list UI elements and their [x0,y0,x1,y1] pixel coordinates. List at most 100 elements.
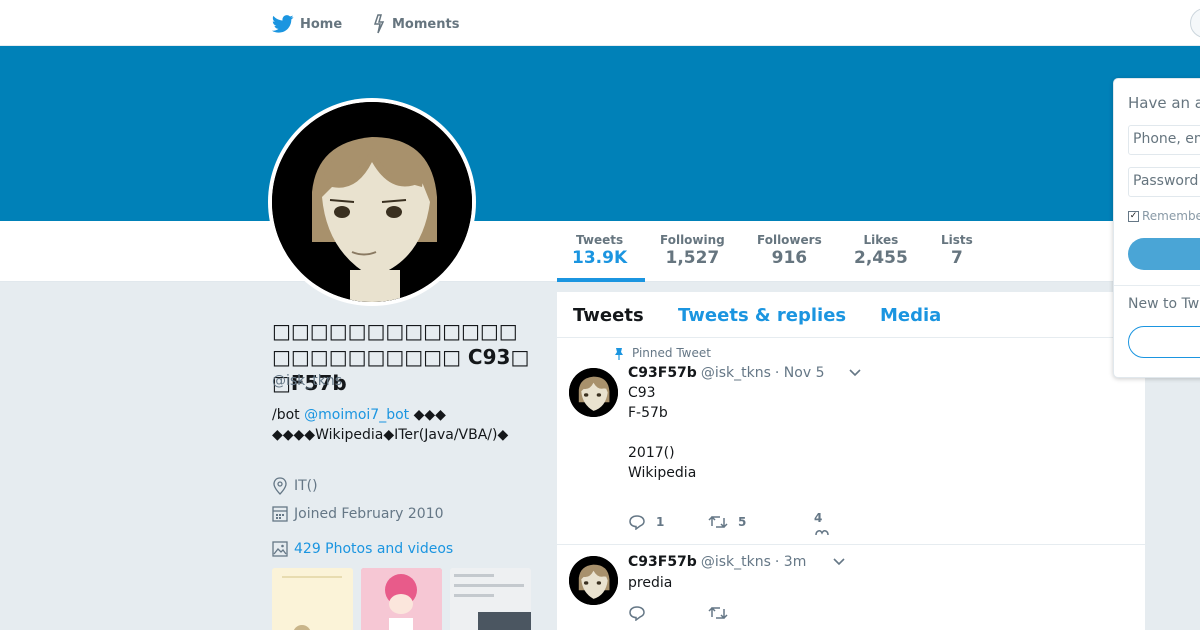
tweet[interactable]: C93F57b @isk_tkns · 3m predia [557,545,1145,630]
profile-stats-bar: Tweets 13.9K Following 1,527 Followers 9… [0,221,1200,282]
stat-followers-value: 916 [771,248,808,268]
stat-likes[interactable]: Likes 2,455 [854,233,908,268]
photo-thumbnail[interactable] [450,568,531,630]
heart-icon [815,530,829,535]
tweet-text-line: Wikipedia [628,465,697,481]
joined-text: Joined February 2010 [294,505,444,522]
tweet-actions: 1 5 4 [628,511,829,535]
tweet-author-name[interactable]: C93F57b [628,554,697,570]
thumbnail-image [361,568,442,630]
retweet-icon [708,515,728,529]
timeline-tabs: Tweets Tweets & replies Media [557,292,1145,338]
tweet-author-handle[interactable]: @isk_tkns [701,365,771,381]
tweet-text: predia [628,573,672,593]
thumbnail-image [272,568,353,630]
chevron-down-icon[interactable] [848,368,862,378]
tweet-timestamp[interactable]: · Nov 5 [775,365,825,381]
active-tab-underline [557,278,645,282]
tweet-text-line: F-57b [628,405,668,421]
tweet[interactable]: Pinned Tweet C93F57b @isk_tkns · Nov 5 C… [557,338,1145,545]
like-button[interactable]: 4 [814,511,829,535]
avatar-illustration [569,368,618,417]
reply-button[interactable] [628,605,708,621]
stat-likes-label: Likes [863,233,899,247]
bio-prefix: /bot [272,407,300,423]
stat-tweets-value: 13.9K [572,248,628,268]
tweet-timestamp[interactable]: · 3m [775,554,806,570]
remember-me[interactable]: ✓ Remember me [1128,209,1200,223]
location-pin-icon [273,477,287,495]
nav-home[interactable]: Home [272,12,342,36]
timeline: Tweets Tweets & replies Media Pinned Twe… [557,292,1145,630]
top-navigation: Home Moments [0,0,1200,46]
profile-joined: Joined February 2010 [272,505,444,522]
stat-following-label: Following [660,233,725,247]
username-field[interactable]: Phone, email or username [1128,125,1200,155]
reply-count: 1 [656,515,665,529]
tweet-text-line: C93 [628,385,656,401]
stat-followers[interactable]: Followers 916 [757,233,822,268]
login-divider [1114,285,1200,286]
photos-videos-label: 429 Photos and videos [294,541,454,557]
tweet-author-name[interactable]: C93F57b [628,365,697,381]
bio-mid: ◆◆◆ [409,407,446,423]
bio-rest: ◆◆◆◆Wikipedia◆ITer(Java/VBA/)◆ [272,427,509,443]
nav-home-label: Home [300,16,343,32]
stat-followers-label: Followers [757,233,822,247]
stat-likes-value: 2,455 [854,248,908,268]
twitter-bird-icon [272,15,294,33]
calendar-icon [272,506,288,522]
stat-lists-value: 7 [950,248,963,268]
tweet-author-avatar[interactable] [569,368,618,417]
tweet-author-avatar[interactable] [569,556,618,605]
pinned-indicator: Pinned Tweet [604,346,711,360]
tab-tweets-and-replies[interactable]: Tweets & replies [678,305,846,326]
profile-handle[interactable]: @isk_tkns [272,373,342,389]
tweet-author-handle[interactable]: @isk_tkns [701,554,771,570]
photo-thumbnail[interactable] [361,568,442,630]
tab-tweets[interactable]: Tweets [573,305,644,326]
photo-thumbnail[interactable] [272,568,353,630]
login-title: Have an account? [1128,94,1200,112]
location-text: IT() [294,478,318,494]
tweet-text-line: 2017() [628,445,675,461]
new-to-twitter-label: New to Twitter? [1128,296,1200,312]
nav-account-avatar[interactable] [1190,8,1200,38]
photo-thumbnails [272,568,531,630]
profile-bio: /bot @moimoi7_bot ◆◆◆ ◆◆◆◆Wikipedia◆ITer… [272,405,508,445]
tweet-header: C93F57b @isk_tkns · 3m [628,554,806,570]
like-count: 4 [814,511,823,525]
photo-icon [272,541,288,557]
profile-banner [0,46,1200,221]
reply-icon [629,515,645,530]
stat-following[interactable]: Following 1,527 [660,233,725,268]
retweet-button[interactable] [708,605,788,621]
stat-tweets-label: Tweets [576,233,624,247]
avatar-illustration [569,556,618,605]
tweet-text-line: predia [628,575,673,591]
password-field[interactable]: Password [1128,167,1200,197]
photos-videos-link[interactable]: 429 Photos and videos [272,541,453,557]
retweet-button[interactable]: 5 [708,514,788,530]
reply-icon [629,606,645,621]
pin-icon [615,347,623,360]
avatar-illustration [272,102,472,302]
login-button[interactable] [1128,238,1200,270]
profile-location: IT() [272,477,318,495]
signup-button[interactable] [1128,326,1200,358]
profile-avatar[interactable] [268,98,476,306]
bio-mention-link[interactable]: @moimoi7_bot [304,407,409,423]
stat-tweets[interactable]: Tweets 13.9K [572,233,627,268]
pinned-label: Pinned Tweet [632,346,711,360]
stat-lists[interactable]: Lists 7 [941,233,973,268]
nav-moments[interactable]: Moments [372,12,459,36]
chevron-down-icon[interactable] [832,557,846,567]
retweet-count: 5 [738,515,747,529]
login-dropdown: Have an account? Phone, email or usernam… [1113,78,1200,378]
stat-following-value: 1,527 [665,248,720,268]
nav-moments-label: Moments [392,16,460,32]
reply-button[interactable]: 1 [628,514,708,530]
remember-me-checkbox[interactable]: ✓ [1128,210,1139,222]
tab-media[interactable]: Media [880,305,941,326]
tweet-text: C93 F-57b 2017() Wikipedia [628,383,696,483]
